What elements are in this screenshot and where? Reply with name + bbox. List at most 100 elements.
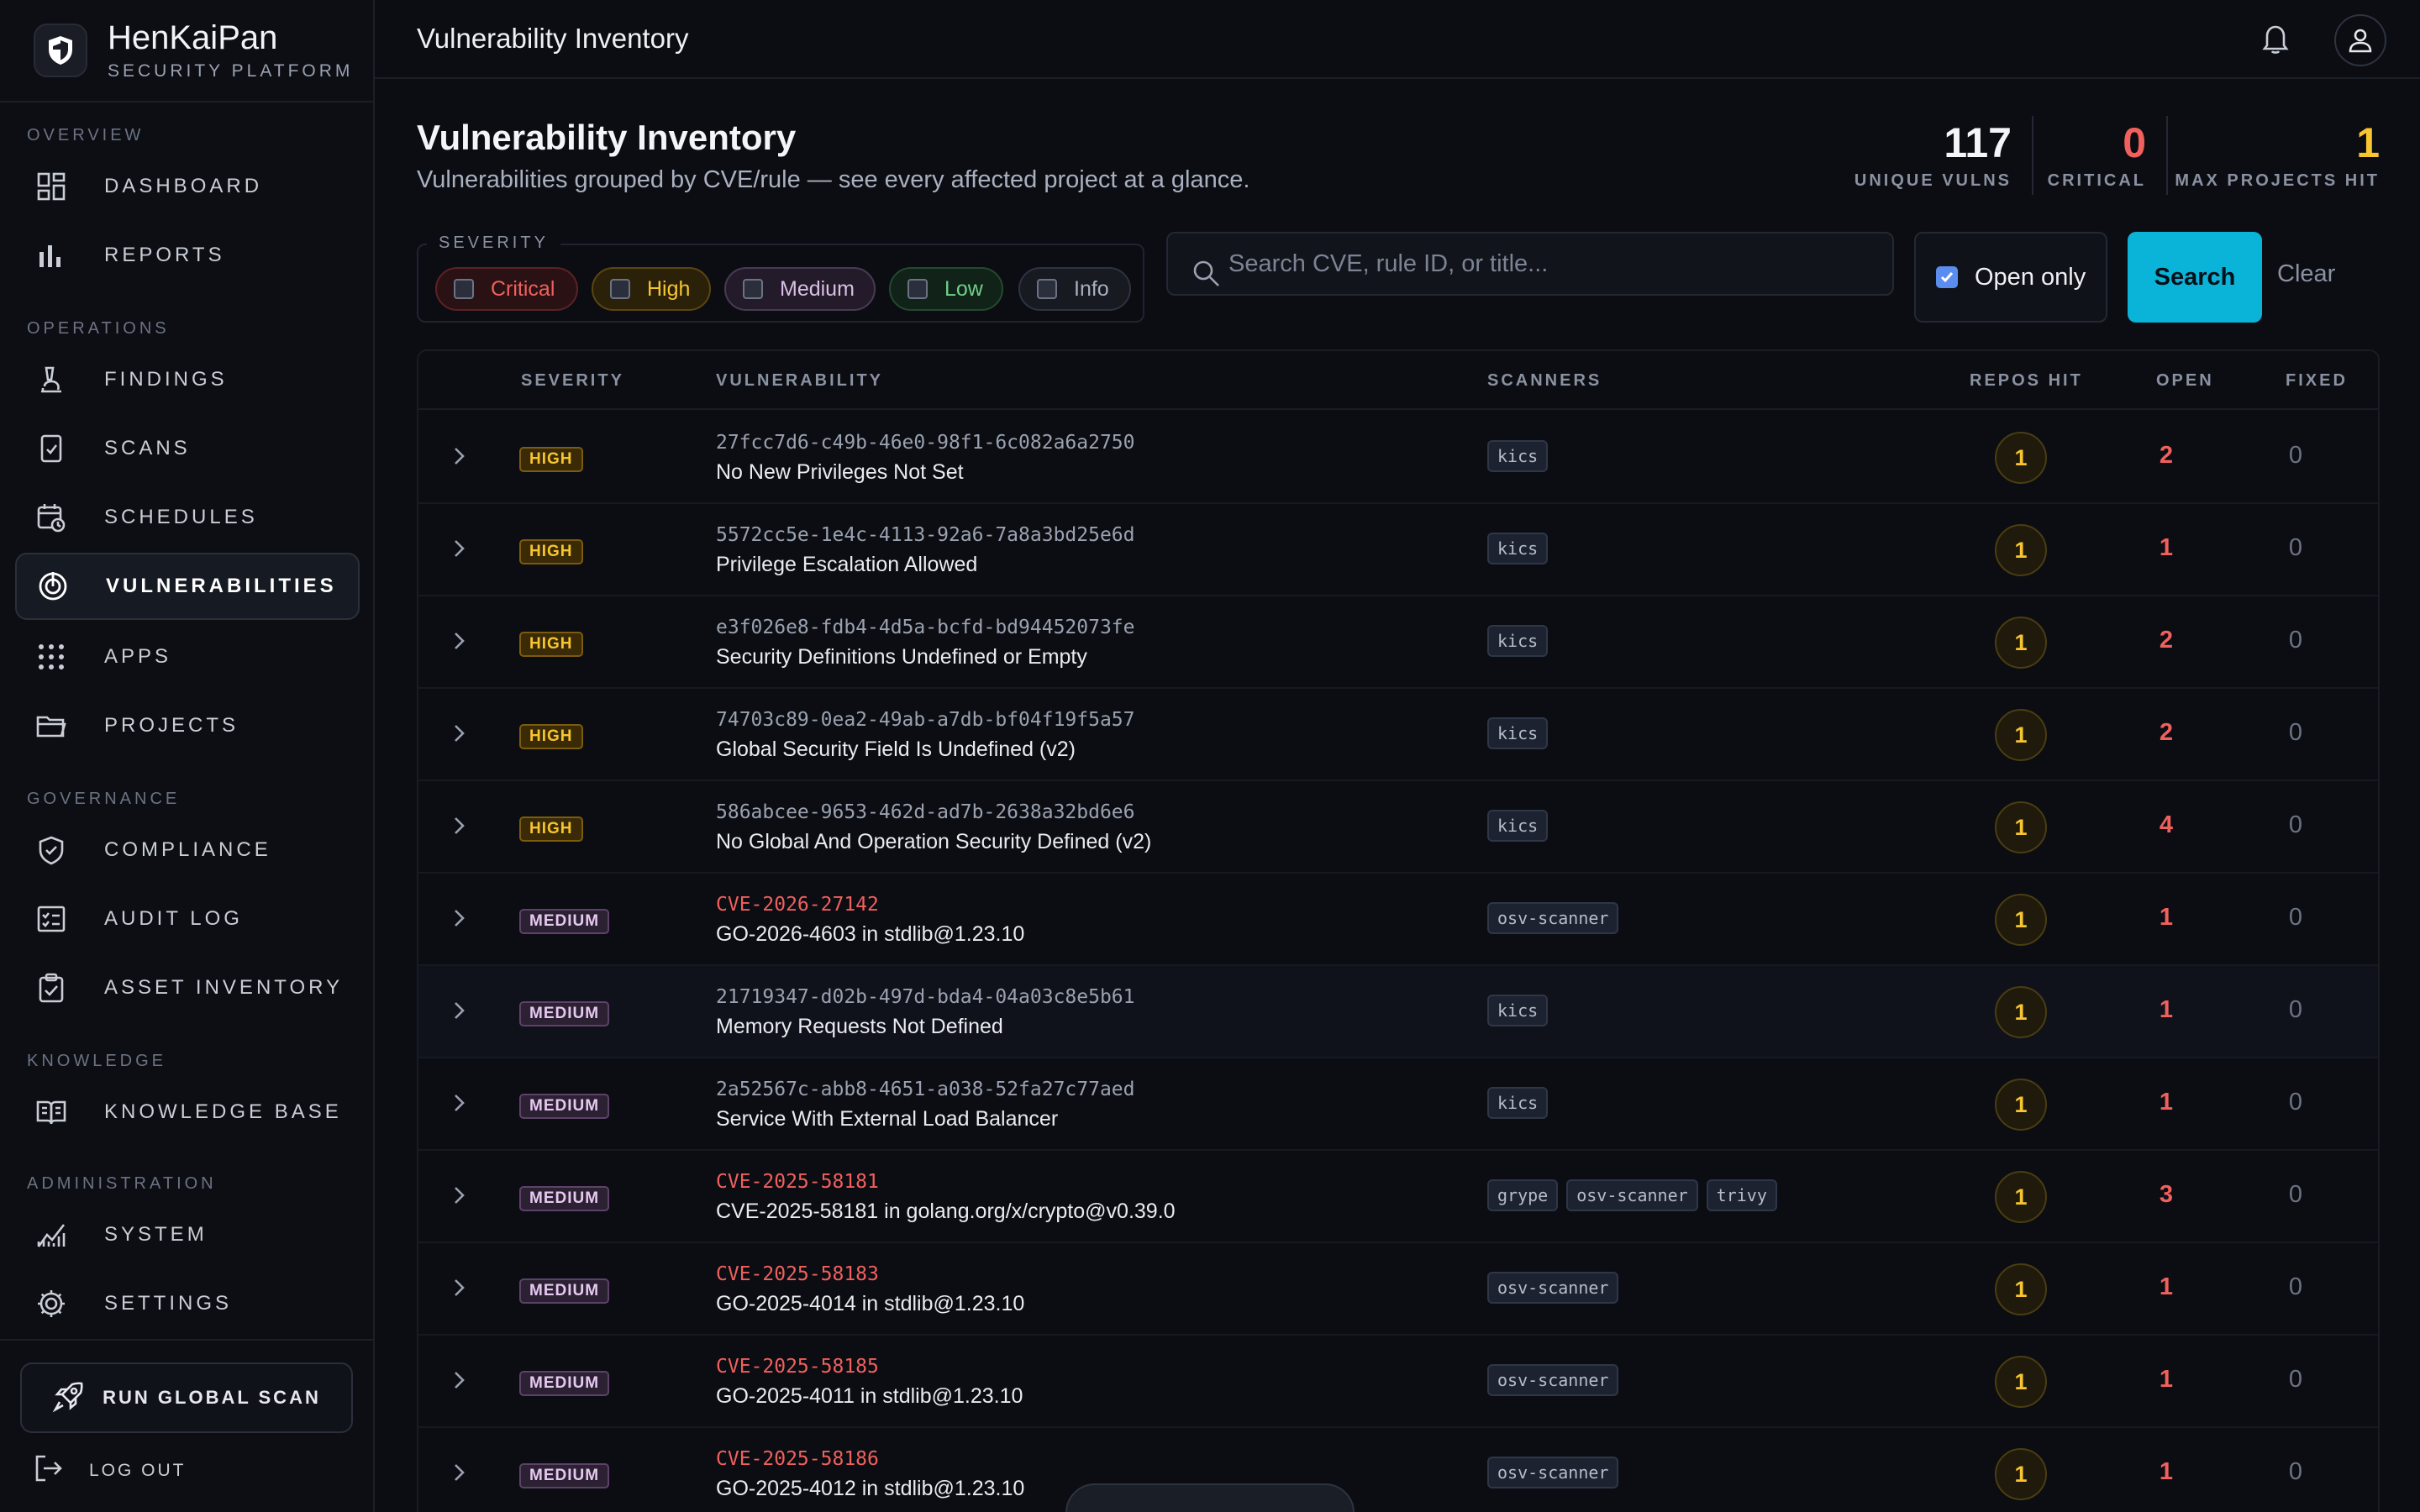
vulnerability-id[interactable]: 27fcc7d6-c49b-46e0-98f1-6c082a6a2750 <box>716 432 1135 454</box>
section-governance: GOVERNANCE <box>27 790 181 808</box>
table-row[interactable]: MEDIUM CVE-2025-58185 GO-2025-4011 in st… <box>418 1336 2378 1428</box>
sidebar-item-settings[interactable]: SETTINGS <box>15 1270 360 1337</box>
chevron-right-icon[interactable] <box>449 998 469 1027</box>
run-global-scan-button[interactable]: RUN GLOBAL SCAN <box>20 1362 353 1433</box>
table-row[interactable]: MEDIUM CVE-2025-58186 GO-2025-4012 in st… <box>418 1428 2378 1512</box>
repos-hit-count: 1 <box>1995 801 2047 853</box>
checkbox[interactable] <box>1037 279 1057 299</box>
column-header-fixed[interactable]: FIXED <box>2286 371 2348 391</box>
sidebar-item-audit-log[interactable]: AUDIT LOG <box>15 885 360 953</box>
search-icon <box>1192 259 1222 293</box>
sidebar-item-reports[interactable]: REPORTS <box>15 222 360 289</box>
search-box[interactable] <box>1166 232 1894 296</box>
fixed-count: 0 <box>2288 627 2303 654</box>
table-row[interactable]: MEDIUM CVE-2026-27142 GO-2026-4603 in st… <box>418 874 2378 966</box>
column-header-open[interactable]: OPEN <box>2156 371 2214 391</box>
table-row[interactable]: MEDIUM 21719347-d02b-497d-bda4-04a03c8e5… <box>418 966 2378 1058</box>
column-header-scanners[interactable]: SCANNERS <box>1487 371 1602 391</box>
scanner-tag: kics <box>1487 810 1549 842</box>
severity-badge: HIGH <box>519 724 583 749</box>
severity-badge: MEDIUM <box>519 1186 610 1211</box>
severity-chip-high[interactable]: High <box>592 267 711 311</box>
vulnerability-id[interactable]: 586abcee-9653-462d-ad7b-2638a32bd6e6 <box>716 801 1135 823</box>
scanner-tags: osv-scanner <box>1487 902 1619 934</box>
chevron-right-icon[interactable] <box>449 1183 469 1212</box>
sidebar-item-dashboard[interactable]: DASHBOARD <box>15 153 360 220</box>
logout-label: LOG OUT <box>89 1460 187 1480</box>
chevron-right-icon[interactable] <box>449 1368 469 1397</box>
vulnerability-id[interactable]: CVE-2025-58186 <box>716 1448 879 1470</box>
open-count: 1 <box>2159 534 2174 561</box>
brand[interactable]: HenKaiPan SECURITY PLATFORM <box>0 0 373 102</box>
floating-toolbar[interactable] <box>1065 1483 1355 1512</box>
vulnerability-id[interactable]: 21719347-d02b-497d-bda4-04a03c8e5b61 <box>716 986 1135 1008</box>
table-row[interactable]: MEDIUM CVE-2025-58181 CVE-2025-58181 in … <box>418 1151 2378 1243</box>
vulnerability-id[interactable]: 2a52567c-abb8-4651-a038-52fa27c77aed <box>716 1079 1135 1100</box>
clear-button[interactable]: Clear <box>2277 260 2335 288</box>
vulnerability-id[interactable]: CVE-2025-58185 <box>716 1356 879 1378</box>
sidebar-item-findings[interactable]: FINDINGS <box>15 346 360 413</box>
scanner-tag: osv-scanner <box>1487 902 1619 934</box>
table-row[interactable]: HIGH 74703c89-0ea2-49ab-a7db-bf04f19f5a5… <box>418 689 2378 781</box>
chevron-right-icon[interactable] <box>449 906 469 935</box>
sidebar-item-apps[interactable]: APPS <box>15 623 360 690</box>
chevron-right-icon[interactable] <box>449 813 469 843</box>
shield-logo-icon <box>34 24 87 77</box>
column-header-severity[interactable]: SEVERITY <box>521 371 624 391</box>
vulnerability-id[interactable]: e3f026e8-fdb4-4d5a-bcfd-bd94452073fe <box>716 617 1135 638</box>
sidebar-item-schedules[interactable]: SCHEDULES <box>15 484 360 551</box>
sidebar-item-asset-inventory[interactable]: ASSET INVENTORY <box>15 954 360 1021</box>
search-button[interactable]: Search <box>2128 232 2262 323</box>
stat-divider <box>2166 116 2168 195</box>
chevron-right-icon[interactable] <box>449 721 469 750</box>
severity-chip-info[interactable]: Info <box>1018 267 1131 311</box>
scanner-tags: kics <box>1487 810 1549 842</box>
search-input[interactable] <box>1228 245 1867 282</box>
vulnerability-id[interactable]: CVE-2025-58183 <box>716 1263 879 1285</box>
chevron-right-icon[interactable] <box>449 444 469 473</box>
repos-hit-count: 1 <box>1995 986 2047 1038</box>
column-header-repos-hit[interactable]: REPOS HIT <box>1970 371 2083 391</box>
chevron-right-icon[interactable] <box>449 1275 469 1305</box>
table-row[interactable]: MEDIUM 2a52567c-abb8-4651-a038-52fa27c77… <box>418 1058 2378 1151</box>
sidebar-item-compliance[interactable]: COMPLIANCE <box>15 816 360 884</box>
vulnerability-id[interactable]: CVE-2025-58181 <box>716 1171 879 1193</box>
chevron-right-icon[interactable] <box>449 1460 469 1489</box>
sidebar-item-knowledge-base[interactable]: KNOWLEDGE BASE <box>15 1079 360 1146</box>
user-avatar-icon[interactable] <box>2334 14 2386 66</box>
checkbox[interactable] <box>610 279 630 299</box>
topbar-title: Vulnerability Inventory <box>417 23 689 54</box>
open-only-toggle[interactable]: Open only <box>1914 232 2107 323</box>
checkbox[interactable] <box>908 279 928 299</box>
sidebar-item-label: SCANS <box>104 437 191 459</box>
sidebar-item-scans[interactable]: SCANS <box>15 415 360 482</box>
fixed-count: 0 <box>2288 719 2303 746</box>
chevron-right-icon[interactable] <box>449 628 469 658</box>
table-row[interactable]: HIGH 586abcee-9653-462d-ad7b-2638a32bd6e… <box>418 781 2378 874</box>
scanner-tag: kics <box>1487 440 1549 472</box>
open-only-checkbox[interactable] <box>1936 266 1958 288</box>
severity-chip-low[interactable]: Low <box>889 267 1003 311</box>
topbar: Vulnerability Inventory <box>375 0 2420 79</box>
severity-chip-critical[interactable]: Critical <box>435 267 578 311</box>
table-row[interactable]: HIGH 27fcc7d6-c49b-46e0-98f1-6c082a6a275… <box>418 412 2378 504</box>
table-row[interactable]: MEDIUM CVE-2025-58183 GO-2025-4014 in st… <box>418 1243 2378 1336</box>
vulnerability-id[interactable]: 5572cc5e-1e4c-4113-92a6-7a8a3bd25e6d <box>716 524 1135 546</box>
vulnerability-id[interactable]: 74703c89-0ea2-49ab-a7db-bf04f19f5a57 <box>716 709 1135 731</box>
checkbox[interactable] <box>743 279 763 299</box>
severity-chip-medium[interactable]: Medium <box>724 267 876 311</box>
sidebar-item-system[interactable]: SYSTEM <box>15 1201 360 1268</box>
sidebar-item-vulnerabilities[interactable]: VULNERABILITIES <box>15 553 360 620</box>
chevron-right-icon[interactable] <box>449 1090 469 1120</box>
column-header-vulnerability[interactable]: VULNERABILITY <box>716 371 883 391</box>
table-row[interactable]: HIGH e3f026e8-fdb4-4d5a-bcfd-bd94452073f… <box>418 596 2378 689</box>
logout-link[interactable]: LOG OUT <box>34 1453 187 1488</box>
table-row[interactable]: HIGH 5572cc5e-1e4c-4113-92a6-7a8a3bd25e6… <box>418 504 2378 596</box>
chevron-right-icon[interactable] <box>449 536 469 565</box>
severity-badge: MEDIUM <box>519 1001 610 1026</box>
gear-icon <box>34 1286 69 1321</box>
notifications-bell-icon[interactable] <box>2257 20 2294 57</box>
checkbox[interactable] <box>454 279 474 299</box>
vulnerability-id[interactable]: CVE-2026-27142 <box>716 894 879 916</box>
sidebar-item-projects[interactable]: PROJECTS <box>15 692 360 759</box>
